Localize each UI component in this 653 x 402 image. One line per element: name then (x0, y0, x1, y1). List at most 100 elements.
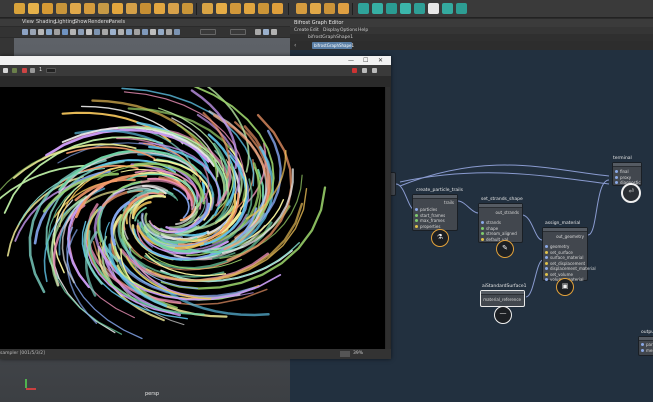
menu-renderer[interactable]: Renderer (88, 19, 111, 25)
shelf-tool-icon[interactable] (442, 3, 453, 14)
shelf-tool-icon[interactable] (338, 3, 349, 14)
text-tool-icon[interactable] (28, 3, 39, 14)
menu-lighting[interactable]: Lighting (55, 19, 75, 25)
gamma-field[interactable] (230, 29, 246, 35)
snapshot-icon[interactable] (30, 68, 35, 73)
node-assign-material[interactable]: assign_material out_geometry geometry se… (542, 221, 596, 282)
port-dot[interactable] (640, 348, 644, 352)
port-dot[interactable] (544, 256, 548, 260)
node-set-strands-shape[interactable]: set_strands_shape out_strands strands sh… (478, 197, 523, 243)
frame-field[interactable]: 1 (39, 67, 42, 73)
menu-create[interactable]: Create (294, 28, 309, 33)
viewport-tool-icon[interactable] (255, 29, 261, 35)
shelf-tool-icon[interactable] (324, 3, 335, 14)
shelf-tool-icon[interactable] (414, 3, 425, 14)
viewport-tool-icon[interactable] (174, 29, 180, 35)
port-dot[interactable] (414, 219, 418, 223)
maximize-button[interactable]: ☐ (363, 57, 368, 64)
shelf-tool-icon[interactable] (272, 3, 283, 14)
viewport-tool-icon[interactable] (118, 29, 124, 35)
shelf-tool-icon[interactable] (202, 3, 213, 14)
shelf-tool-icon[interactable] (126, 3, 137, 14)
node-ai-standard-surface[interactable]: aiStandardSurface1 material_reference (480, 284, 527, 307)
frame-input-box[interactable] (46, 68, 56, 73)
shelf-tool-icon[interactable] (84, 3, 95, 14)
port-dot[interactable] (414, 224, 418, 228)
menu-panels[interactable]: Panels (109, 19, 125, 25)
shelf-tool-icon[interactable] (56, 3, 67, 14)
port-dot[interactable] (544, 245, 548, 249)
render-scrollbar[interactable] (386, 87, 390, 349)
viewport-tool-icon[interactable] (30, 29, 36, 35)
shelf-tool-icon[interactable] (154, 3, 165, 14)
viewport-tool-icon[interactable] (94, 29, 100, 35)
port-dot[interactable] (614, 175, 618, 179)
shelf-tool-icon[interactable] (182, 3, 193, 14)
graph-selector[interactable]: bifrostGraphShape1 (308, 35, 353, 40)
port-dot[interactable] (544, 278, 548, 282)
render-icon[interactable] (3, 68, 8, 73)
shelf-tool-icon[interactable] (428, 3, 439, 14)
settings-icon[interactable] (362, 68, 367, 73)
grid-icon[interactable] (62, 29, 68, 35)
minimize-button[interactable]: — (348, 57, 354, 64)
menu-view[interactable]: View (22, 19, 34, 25)
port-dot[interactable] (544, 267, 548, 271)
ipr-icon[interactable] (12, 68, 17, 73)
zoom-slider[interactable] (340, 351, 350, 357)
port-dot[interactable] (614, 170, 618, 174)
record-icon[interactable] (352, 68, 357, 73)
port-dot[interactable] (640, 343, 644, 347)
stop-icon[interactable] (22, 68, 27, 73)
shelf-tool-icon[interactable] (42, 3, 53, 14)
port-dot[interactable] (614, 181, 618, 185)
viewport-tool-icon[interactable] (54, 29, 60, 35)
camera-icon[interactable] (22, 29, 28, 35)
viewport-tool-icon[interactable] (46, 29, 52, 35)
shelf-tool-icon[interactable] (358, 3, 369, 14)
viewport-tool-icon[interactable] (166, 29, 172, 35)
menu-show[interactable]: Show (74, 19, 88, 25)
port-dot[interactable] (544, 272, 548, 276)
menu-shading[interactable]: Shading (36, 19, 56, 25)
menu-options[interactable]: Options (340, 28, 357, 33)
menu-display[interactable]: Display (323, 28, 340, 33)
viewport-tool-icon[interactable] (78, 29, 84, 35)
viewport-tool-icon[interactable] (263, 29, 269, 35)
port-dot[interactable] (480, 226, 484, 230)
shelf-tool-icon[interactable] (310, 3, 321, 14)
viewport-tool-icon[interactable] (271, 29, 277, 35)
shelf-tool-icon[interactable] (400, 3, 411, 14)
port-dot[interactable] (480, 221, 484, 225)
shelf-tool-icon[interactable] (244, 3, 255, 14)
shelf-tool-icon[interactable] (112, 3, 123, 14)
shelf-tool-icon[interactable] (230, 3, 241, 14)
shelf-tool-icon[interactable] (372, 3, 383, 14)
viewport-tool-icon[interactable] (158, 29, 164, 35)
viewport-tool-icon[interactable] (110, 29, 116, 35)
menu-help[interactable]: Help (358, 28, 368, 33)
port-dot[interactable] (414, 208, 418, 212)
port-dot[interactable] (480, 232, 484, 236)
input-port[interactable]: properties (413, 224, 457, 230)
viewport-tool-icon[interactable] (70, 29, 76, 35)
input-port[interactable]: mesh (639, 348, 653, 354)
viewport-tool-icon[interactable] (86, 29, 92, 35)
options-icon[interactable] (372, 68, 377, 73)
viewport-tool-icon[interactable] (126, 29, 132, 35)
shelf-tool-icon[interactable] (168, 3, 179, 14)
close-button[interactable]: ✕ (378, 57, 383, 64)
shelf-tool-icon[interactable] (14, 3, 25, 14)
node-output[interactable]: output particles mesh (638, 330, 653, 356)
shelf-tool-icon[interactable] (258, 3, 269, 14)
shelf-tool-icon[interactable] (216, 3, 227, 14)
viewport-tool-icon[interactable] (142, 29, 148, 35)
shelf-tool-icon[interactable] (98, 3, 109, 14)
port-dot[interactable] (544, 250, 548, 254)
shelf-tool-icon[interactable] (70, 3, 81, 14)
port-dot[interactable] (414, 213, 418, 217)
shelf-tool-icon[interactable] (456, 3, 467, 14)
breadcrumb[interactable]: bifrostGraphShape1 (312, 42, 354, 49)
back-arrow-icon[interactable]: ‹ (294, 42, 296, 49)
port-dot[interactable] (480, 237, 484, 241)
